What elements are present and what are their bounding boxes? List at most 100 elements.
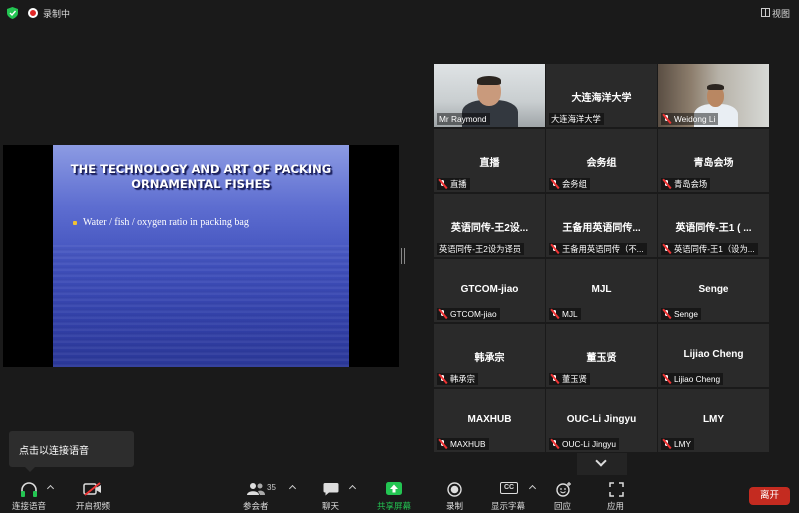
participant-tile[interactable]: Lijiao Cheng Lijiao Cheng	[658, 324, 769, 387]
chat-icon	[323, 483, 339, 496]
meeting-toolbar: 连接语音 开启视频 35 参会者 聊天 共享屏幕 录制 CC 显示字幕 回应 应…	[0, 476, 799, 513]
participant-name-label: 英语同传-王2设为译员	[437, 243, 525, 255]
muted-mic-icon	[439, 179, 447, 189]
participant-name: MJL	[562, 309, 578, 319]
participant-tile[interactable]: Senge Senge	[658, 259, 769, 322]
participant-name: 英语同传-王1（设为...	[674, 244, 755, 254]
top-bar: 录制中 视图	[0, 0, 799, 26]
participant-name-label: GTCOM-jiao	[437, 308, 500, 320]
bullet-marker	[73, 221, 77, 225]
reactions-label: 回应	[554, 501, 572, 511]
participant-name: 王备用英语同传（不...	[562, 244, 644, 254]
connect-audio-button[interactable]: 连接语音	[8, 476, 50, 513]
participant-name: OUC-Li Jingyu	[562, 439, 616, 449]
participant-name: 青岛会场	[674, 179, 708, 189]
participant-name-label: LMY	[661, 438, 695, 450]
muted-mic-icon	[551, 244, 559, 254]
closed-captions-icon: CC	[500, 482, 518, 494]
participant-tile[interactable]: 大连海洋大学 大连海洋大学	[546, 64, 657, 127]
panel-resize-handle[interactable]	[401, 248, 405, 264]
participant-name-label: 王备用英语同传（不...	[549, 243, 647, 255]
participant-name-label: 大连海洋大学	[549, 113, 604, 125]
start-video-button[interactable]: 开启视频	[74, 476, 114, 513]
record-icon	[447, 482, 462, 497]
participants-icon	[247, 483, 265, 495]
participant-tile[interactable]: 英语同传-王2设... 英语同传-王2设为译员	[434, 194, 545, 257]
participant-name-display: 英语同传-王1 ( ...	[675, 223, 752, 234]
apps-button[interactable]: 应用	[605, 476, 629, 513]
participant-name-display: 王备用英语同传...	[562, 223, 641, 234]
participant-name-label: Lijiao Cheng	[661, 373, 724, 385]
participant-name-label: Senge	[661, 308, 701, 320]
chat-button[interactable]: 聊天	[318, 476, 346, 513]
participant-tile[interactable]: MJL MJL	[546, 259, 657, 322]
muted-mic-icon	[663, 179, 671, 189]
participant-tile[interactable]: 韩承宗 韩承宗	[434, 324, 545, 387]
presentation-slide: THE TECHNOLOGY AND ART OF PACKING ORNAME…	[53, 145, 349, 367]
participant-tile[interactable]: Mr Raymond	[434, 64, 545, 127]
muted-mic-icon	[663, 439, 671, 449]
participant-name-display: Lijiao Cheng	[683, 349, 744, 360]
security-shield-icon[interactable]	[7, 7, 18, 19]
view-button[interactable]: 视图	[772, 7, 790, 20]
muted-mic-icon	[663, 244, 671, 254]
muted-mic-icon	[551, 179, 559, 189]
start-video-label: 开启视频	[76, 501, 111, 511]
participant-name-display: 会务组	[586, 158, 617, 169]
captions-options-caret-icon[interactable]	[528, 484, 537, 493]
participant-tile[interactable]: 董玉贤 董玉贤	[546, 324, 657, 387]
participant-tile[interactable]: LMY LMY	[658, 389, 769, 452]
muted-mic-icon	[439, 374, 447, 384]
participant-tile[interactable]: 英语同传-王1 ( ... 英语同传-王1（设为...	[658, 194, 769, 257]
participant-tile[interactable]: 王备用英语同传... 王备用英语同传（不...	[546, 194, 657, 257]
participant-name-label: 会务组	[549, 178, 590, 190]
leave-meeting-button[interactable]: 离开	[749, 487, 790, 505]
recording-status: 录制中	[43, 9, 71, 19]
participant-name: Lijiao Cheng	[674, 374, 721, 384]
participant-name: LMY	[674, 439, 692, 449]
participants-label: 参会者	[243, 501, 269, 511]
muted-mic-icon	[663, 309, 671, 319]
participant-name-label: OUC-Li Jingyu	[549, 438, 619, 450]
participant-name-label: 英语同传-王1（设为...	[661, 243, 758, 255]
participant-name: Senge	[674, 309, 698, 319]
chat-options-caret-icon[interactable]	[348, 484, 357, 493]
connect-audio-tooltip: 点击以连接语音	[9, 431, 134, 472]
shared-screen: THE TECHNOLOGY AND ART OF PACKING ORNAME…	[3, 145, 399, 367]
muted-mic-icon	[663, 374, 671, 384]
participant-name-display: MJL	[591, 284, 612, 295]
muted-mic-icon	[439, 439, 447, 449]
apps-icon	[609, 482, 624, 497]
participant-name: GTCOM-jiao	[450, 309, 497, 319]
participant-tile[interactable]: GTCOM-jiao GTCOM-jiao	[434, 259, 545, 322]
participant-tile[interactable]: Weidong Li	[658, 64, 769, 127]
participant-tile[interactable]: MAXHUB MAXHUB	[434, 389, 545, 452]
participants-count: 35	[267, 483, 276, 492]
view-layout-icon[interactable]	[761, 8, 770, 17]
participants-button[interactable]: 35 参会者	[240, 476, 276, 513]
participant-name: Weidong Li	[674, 114, 716, 124]
gallery-next-page-button[interactable]	[577, 453, 627, 475]
record-button[interactable]: 录制	[444, 476, 466, 513]
emoji-reaction-icon	[556, 482, 571, 497]
participant-name-label: MJL	[549, 308, 581, 320]
participants-options-caret-icon[interactable]	[288, 484, 297, 493]
participant-name-display: 董玉贤	[586, 353, 617, 364]
participant-tile[interactable]: 会务组 会务组	[546, 129, 657, 192]
reactions-button[interactable]: 回应	[552, 476, 576, 513]
participant-tile[interactable]: 直播 直播	[434, 129, 545, 192]
captions-button[interactable]: CC 显示字幕	[490, 476, 526, 513]
share-screen-button[interactable]: 共享屏幕	[376, 476, 414, 513]
participant-name-label: MAXHUB	[437, 438, 489, 450]
participant-name-display: LMY	[702, 414, 725, 425]
participant-tile[interactable]: OUC-Li Jingyu OUC-Li Jingyu	[546, 389, 657, 452]
participant-name-label: 韩承宗	[437, 373, 478, 385]
apps-label: 应用	[607, 501, 625, 511]
slide-bullet-text: Water / fish / oxygen ratio in packing b…	[83, 217, 249, 228]
muted-mic-icon	[551, 374, 559, 384]
chat-label: 聊天	[322, 501, 340, 511]
participant-name-display: 直播	[479, 158, 500, 169]
slide-title-line-1: THE TECHNOLOGY AND ART OF PACKING	[70, 162, 332, 176]
participant-tile[interactable]: 青岛会场 青岛会场	[658, 129, 769, 192]
muted-mic-icon	[551, 309, 559, 319]
